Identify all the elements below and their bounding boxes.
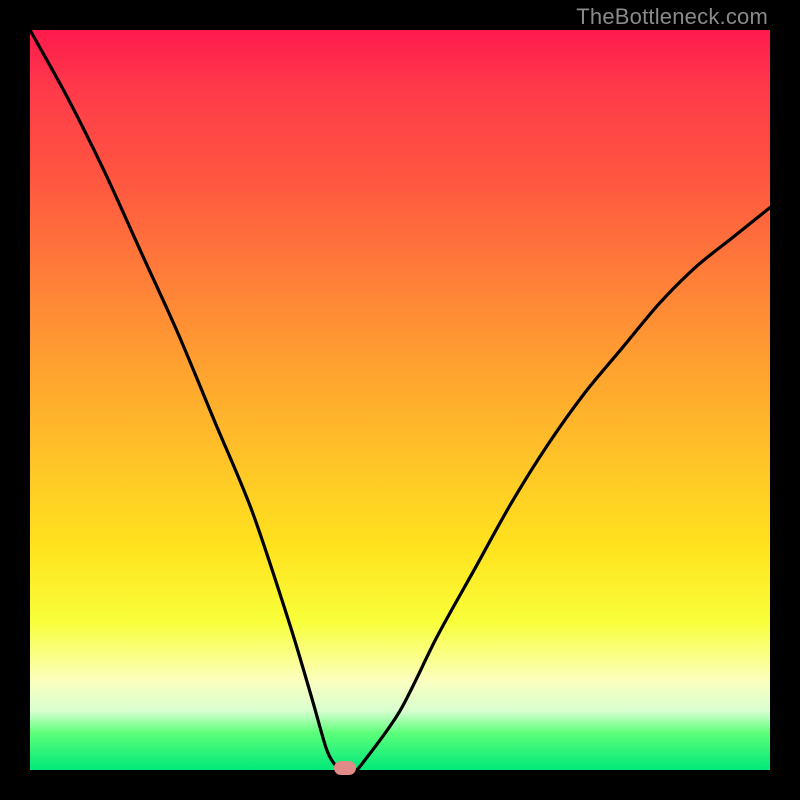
watermark-text: TheBottleneck.com: [576, 4, 768, 30]
chart-frame: TheBottleneck.com: [0, 0, 800, 800]
plot-area: [30, 30, 770, 770]
optimal-point-marker: [334, 761, 356, 775]
bottleneck-curve: [30, 30, 770, 770]
